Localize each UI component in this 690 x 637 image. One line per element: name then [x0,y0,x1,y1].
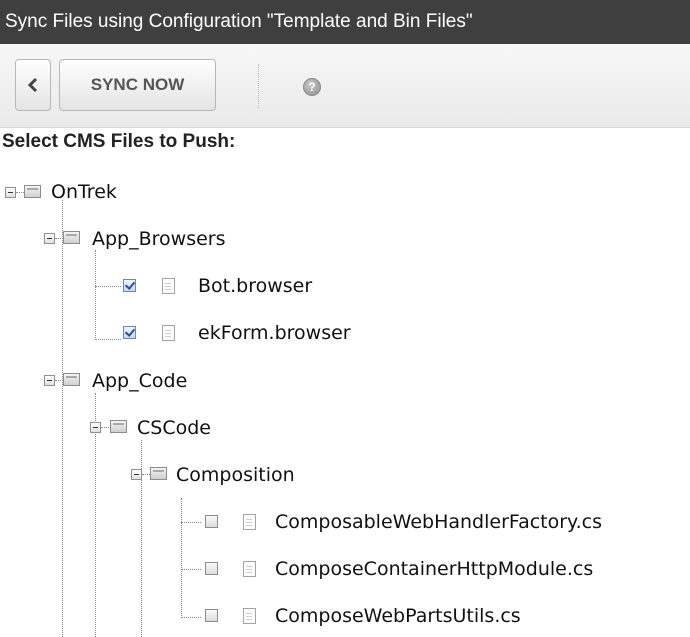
checkbox-bot-browser[interactable] [123,279,136,292]
expander-ontrek[interactable] [5,187,16,198]
checkbox-composable-web-handler-factory[interactable] [205,515,218,528]
file-icon [243,514,256,530]
help-icon[interactable]: ? [303,78,321,96]
tree-node-compose-web-parts-utils[interactable]: ComposeWebPartsUtils.cs [275,605,521,627]
expander-composition[interactable] [131,469,142,480]
back-button[interactable] [15,59,51,111]
chevron-left-icon [27,77,38,93]
tree-connector [16,192,24,193]
expander-app-browsers[interactable] [44,233,55,244]
tree-connector [55,238,63,239]
section-heading: Select CMS Files to Push: [2,131,236,152]
tree-node-app-code[interactable]: App_Code [92,370,187,392]
tree-connector [55,380,63,381]
tree-guide [95,250,96,340]
file-icon [162,325,175,341]
tree-node-cscode[interactable]: CSCode [137,417,211,439]
tree-node-composable-web-handler-factory[interactable]: ComposableWebHandlerFactory.cs [275,511,602,533]
tree-guide [62,200,63,637]
checkbox-ekform-browser[interactable] [123,326,136,339]
tree-node-ontrek[interactable]: OnTrek [51,181,117,203]
expander-cscode[interactable] [90,422,101,433]
tree-connector [95,286,121,287]
window-title: Sync Files using Configuration "Template… [0,0,690,44]
tree-guide [181,498,182,618]
tree-node-bot-browser[interactable]: Bot.browser [198,275,312,297]
file-icon [243,561,256,577]
tree-node-ekform-browser[interactable]: ekForm.browser [198,322,351,344]
toolbar-divider [258,64,259,108]
folder-icon [150,467,167,480]
folder-icon [110,420,127,433]
expander-app-code[interactable] [44,375,55,386]
tree-connector [95,339,121,340]
tree-node-app-browsers[interactable]: App_Browsers [92,228,226,250]
tree-node-compose-container-http-module[interactable]: ComposeContainerHttpModule.cs [275,558,593,580]
tree-connector [101,427,109,428]
checkbox-compose-web-parts-utils[interactable] [205,609,218,622]
file-icon [243,608,256,624]
sync-now-button[interactable]: SYNC NOW [59,59,216,111]
tree-connector [181,522,201,523]
file-icon [162,278,175,294]
tree-connector [142,474,150,475]
tree-connector [181,569,201,570]
checkbox-compose-container-http-module[interactable] [205,562,218,575]
tree-node-composition[interactable]: Composition [176,464,295,486]
folder-icon [24,185,41,198]
folder-icon [63,373,80,386]
folder-icon [63,231,80,244]
toolbar: SYNC NOW ? [0,44,690,128]
tree-connector [181,617,201,618]
